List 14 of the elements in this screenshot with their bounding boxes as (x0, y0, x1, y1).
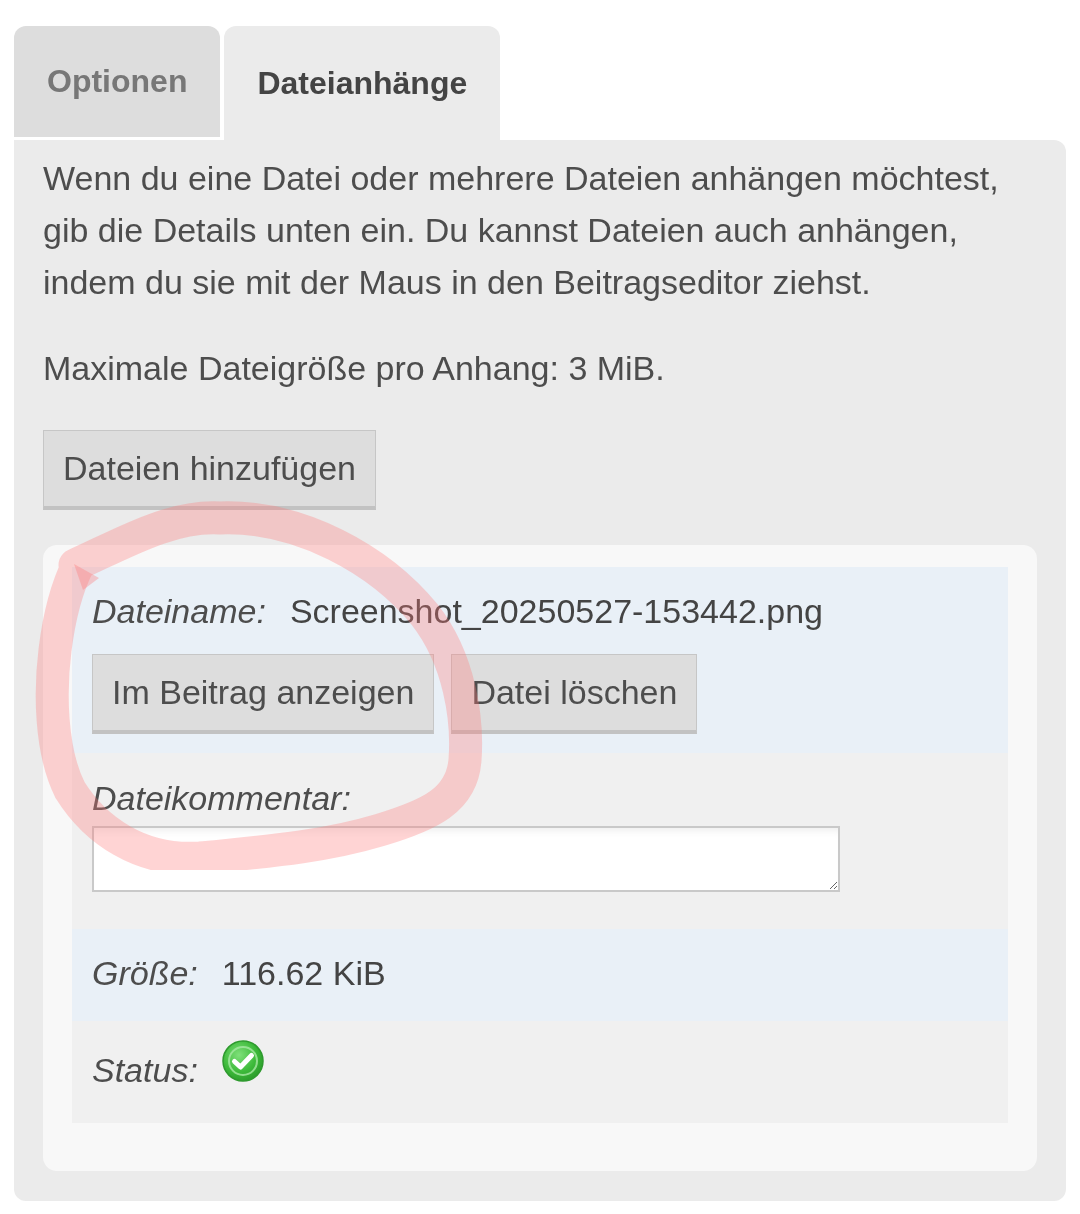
intro-text: Wenn du eine Datei oder mehrere Dateien anhängen möchtest, gib die Details unten ein. Du kannst Dateien auch anhängen, indem du sie mit der Maus in den Beitragseditor ziehst. (43, 158, 1000, 303)
max-size-text: Maximale Dateigröße pro Anhang: 3 MiB. (43, 348, 666, 389)
status-label: Status: (92, 1050, 198, 1091)
comment-label: Dateikommentar: (92, 778, 351, 819)
tab[interactable]: Optionen (14, 26, 221, 137)
add-files-button[interactable]: Dateien hinzufügen (43, 430, 376, 510)
tab[interactable]: Dateianhänge (224, 26, 501, 140)
size-value: 116.62 KiB (221, 953, 386, 994)
comment-field[interactable] (92, 826, 840, 892)
delete-file-button[interactable]: Datei löschen (451, 654, 698, 734)
filename-label: Dateiname: (92, 591, 266, 632)
filename-value: Screenshot_20250527-153442.png (289, 591, 823, 632)
show-in-post-button[interactable]: Im Beitrag anzeigen (92, 654, 435, 734)
size-label: Größe: (92, 953, 198, 994)
